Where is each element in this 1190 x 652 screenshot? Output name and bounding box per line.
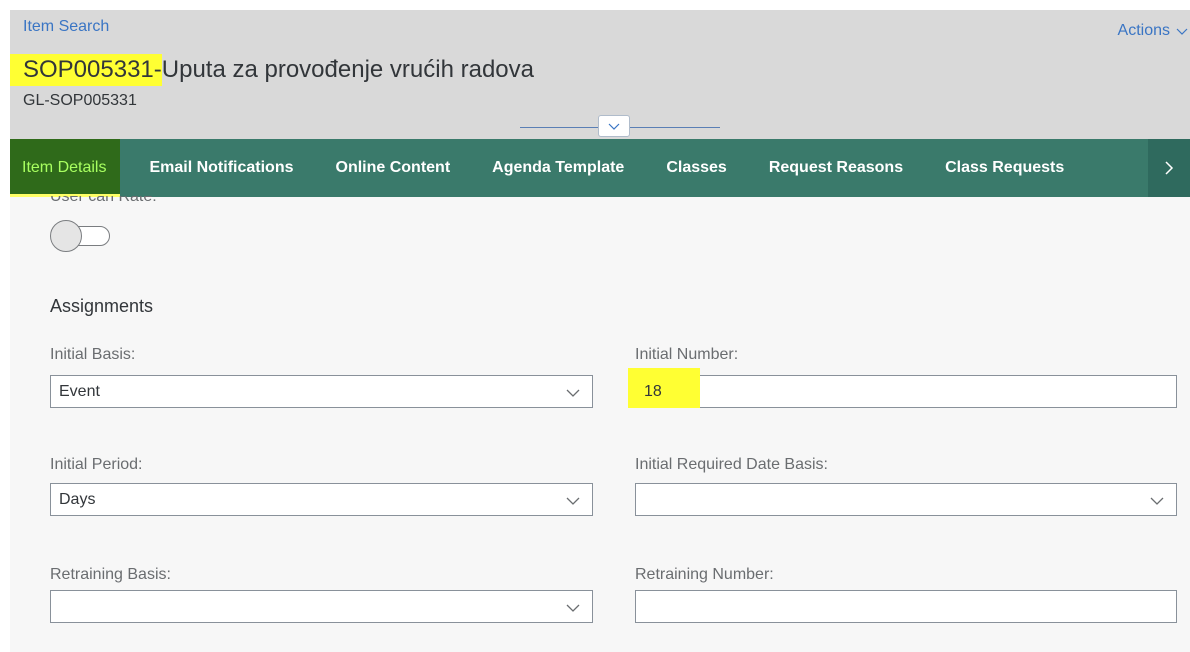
tab-classes[interactable]: Classes [645,139,748,197]
actions-label: Actions [1117,22,1170,39]
tab-item-details[interactable]: Item Details [10,139,121,197]
tab-online-content[interactable]: Online Content [315,139,472,197]
tab-class-requests[interactable]: Class Requests [924,139,1085,197]
chevron-down-icon [566,497,580,505]
initial-number-value: 18 [644,382,662,400]
retraining-basis-label: Retraining Basis: [50,566,171,583]
chevron-down-icon [566,389,580,397]
object-header: Item Search Actions SOP005331- Uputa za … [10,10,1190,139]
chevron-down-icon [1150,497,1164,505]
user-can-rate-toggle[interactable] [50,220,110,252]
initial-period-label: Initial Period: [50,456,143,473]
title-id: SOP005331- [10,54,162,86]
retraining-basis-select[interactable] [50,590,593,623]
tabs-scroll-right-button[interactable] [1148,139,1190,197]
retraining-number-input[interactable] [635,590,1177,623]
toggle-knob [50,220,82,252]
tab-request-reasons[interactable]: Request Reasons [748,139,924,197]
chevron-down-icon [608,123,620,130]
tab-agenda-template[interactable]: Agenda Template [471,139,645,197]
initial-basis-value: Event [59,382,100,400]
tab-email-notifications[interactable]: Email Notifications [128,139,314,197]
initial-basis-select[interactable]: Event [50,375,593,408]
initial-period-select[interactable]: Days [50,483,593,516]
breadcrumb-item-search[interactable]: Item Search [23,18,109,36]
highlight-mark [628,368,700,408]
actions-menu-button[interactable]: Actions [1118,22,1188,40]
retraining-number-label: Retraining Number: [635,566,774,583]
user-can-rate-label: User can Rate: [50,196,157,205]
initial-period-value: Days [59,490,96,508]
chevron-down-icon [1176,28,1188,35]
tab-bar: Item Details Email Notifications Online … [10,139,1190,197]
initial-required-date-basis-select[interactable] [635,483,1177,516]
section-title-assignments: Assignments [50,296,154,316]
title-text: Uputa za provođenje vrućih radova [161,56,534,83]
chevron-down-icon [566,604,580,612]
initial-number-label: Initial Number: [635,346,739,363]
page-subtitle: GL-SOP005331 [23,92,137,109]
initial-number-input[interactable]: 18 [628,368,1177,408]
page-title: SOP005331- Uputa za provođenje vrućih ra… [10,54,534,86]
initial-basis-label: Initial Basis: [50,346,136,363]
initial-required-date-basis-label: Initial Required Date Basis: [635,456,828,473]
collapse-header-button[interactable] [598,115,630,137]
chevron-right-icon [1165,161,1174,175]
page: Item Search Actions SOP005331- Uputa za … [10,10,1190,652]
